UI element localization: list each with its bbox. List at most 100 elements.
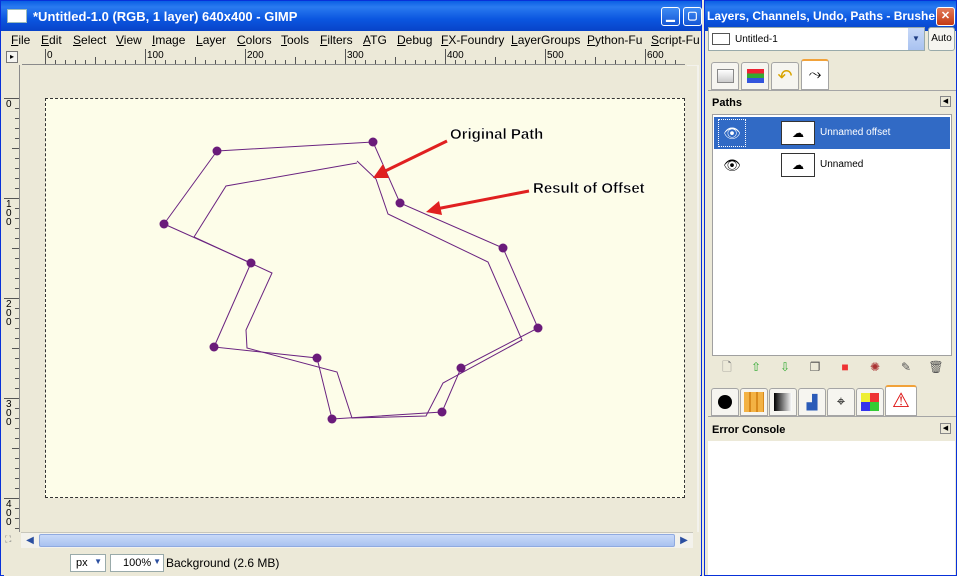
path-anchor-node[interactable] [246,258,256,268]
ruler-tick [505,60,506,64]
menu-mnemonic: S [73,33,82,47]
raise-path-icon[interactable]: ⇧ [748,359,764,375]
tab-pointer[interactable]: ⌖ [827,388,855,416]
menu-layergroups[interactable]: LayerGroups [511,33,580,47]
path-anchor-node[interactable] [327,414,337,424]
menu-filters[interactable]: Filters [320,33,353,47]
ruler-tick [15,488,19,489]
image-selector[interactable]: Untitled-1 ▼ [708,27,925,51]
tab-patterns[interactable] [740,388,768,416]
navigate-corner[interactable]: ⛶ [5,534,19,547]
tab-layers[interactable] [711,62,739,90]
selection-to-path-icon[interactable]: ✺ [867,359,883,375]
path-anchor-node[interactable] [437,407,447,417]
menu-debug[interactable]: Debug [397,33,432,47]
ruler-tick [15,288,19,289]
channels-icon [747,69,764,83]
image-window-titlebar[interactable]: *Untitled-1.0 (RGB, 1 layer) 640x400 - G… [1,1,702,31]
paths-list[interactable]: 👁 ☁ Unnamed offset 👁 ☁ Unnamed [712,114,952,356]
maximize-button[interactable]: ▢ [683,7,702,26]
menu-colors[interactable]: Colors [237,33,272,47]
dock-close-button[interactable]: ✕ [936,7,955,26]
path-anchor-node[interactable] [368,137,378,147]
menu-bar: File Edit Select View Image Layer Colors Tools F… [4,31,700,49]
visibility-eye-icon[interactable]: 👁 [718,151,746,179]
ruler-tick [115,60,116,64]
ruler-tick [345,49,346,64]
scroll-right-button[interactable]: ▶ [677,534,691,547]
path-to-selection-icon[interactable]: ■ [837,359,853,375]
tab-channels[interactable] [741,62,769,90]
ruler-tick [15,178,19,179]
ruler-tick [135,60,136,64]
minimize-button[interactable]: ▁ [661,7,680,26]
arrow-offset-head [426,201,442,215]
paths-overlay: Original Path Result of Offset [159,126,645,424]
auto-button[interactable]: Auto [928,27,955,51]
ruler-tick [565,60,566,64]
ruler-tick [15,278,19,279]
paths-icon: ⤳ [808,66,822,83]
duplicate-path-icon[interactable]: ❐ [807,359,823,375]
menu-fx-foundry[interactable]: FX-Foundry [441,33,504,47]
menu-mnemonic: A [363,33,371,47]
scroll-thumb[interactable] [39,534,675,547]
path-anchor-node[interactable] [395,198,405,208]
error-console-menu-icon[interactable]: ◀ [940,423,951,434]
menu-file[interactable]: File [11,33,30,47]
ruler-tick [205,60,206,64]
tab-gradients[interactable] [769,388,797,416]
menu-tools[interactable]: Tools [281,33,309,47]
path-row-unnamed-offset[interactable]: 👁 ☁ Unnamed offset [714,117,950,149]
menu-python-fu[interactable]: Python-Fu [587,33,642,47]
ruler-tick [195,57,196,64]
paths-menu-icon[interactable]: ◀ [940,96,951,107]
ruler-tick [65,60,66,64]
quick-mask-corner[interactable]: ▸ [6,51,18,63]
new-path-icon[interactable]: 🗋 [719,359,735,375]
canvas-area[interactable]: Original Path Result of Offset [21,66,697,532]
delete-path-icon[interactable]: 🗑 [928,359,944,375]
menu-layer[interactable]: Layer [196,33,226,47]
gradient-icon [774,393,792,411]
tab-histogram[interactable]: ▟ [798,388,826,416]
tab-undo[interactable]: ↶ [771,62,799,90]
path-anchor-node[interactable] [498,243,508,253]
pointer-icon: ⌖ [836,393,846,410]
lower-path-icon[interactable]: ⇩ [777,359,793,375]
path-anchor-node[interactable] [159,219,169,229]
paint-along-path-icon[interactable]: ✎ [898,359,914,375]
ruler-tick [15,338,19,339]
menu-view[interactable]: View [116,33,142,47]
ruler-tick [605,60,606,64]
unit-select[interactable]: px ▼ [70,554,106,572]
path-anchor-node[interactable] [533,323,543,333]
path-row-unnamed[interactable]: 👁 ☁ Unnamed [714,149,950,181]
path-anchor-node[interactable] [209,342,219,352]
ruler-tick [15,368,19,369]
menu-select[interactable]: Select [73,33,106,47]
menu-script-fu[interactable]: Script-Fu [651,33,700,47]
path-name[interactable]: Unnamed [820,159,863,170]
ruler-label: 100 [147,50,164,61]
tab-error-console[interactable]: ⚠ [885,385,917,416]
tab-palettes[interactable] [856,388,884,416]
path-anchor-node[interactable] [312,353,322,363]
horizontal-scrollbar[interactable]: ◀ ▶ [21,532,693,548]
zoom-select[interactable]: 100% ▼ [110,554,164,572]
scroll-left-button[interactable]: ◀ [23,534,37,547]
ruler-tick [145,49,146,64]
ruler-tick [15,108,19,109]
tab-paths[interactable]: ⤳ [801,59,829,90]
menu-atg[interactable]: ATG [363,33,387,47]
image-selector-dropdown-icon[interactable]: ▼ [908,28,924,50]
tab-brushes[interactable] [711,388,739,416]
error-console-panel[interactable] [708,441,955,575]
visibility-eye-icon[interactable]: 👁 [718,119,746,147]
menu-image[interactable]: Image [152,33,185,47]
path-name[interactable]: Unnamed offset [820,127,890,138]
path-anchor-node[interactable] [212,146,222,156]
warning-icon: ⚠ [892,390,910,412]
menu-edit[interactable]: Edit [41,33,62,47]
path-anchor-node[interactable] [456,363,466,373]
